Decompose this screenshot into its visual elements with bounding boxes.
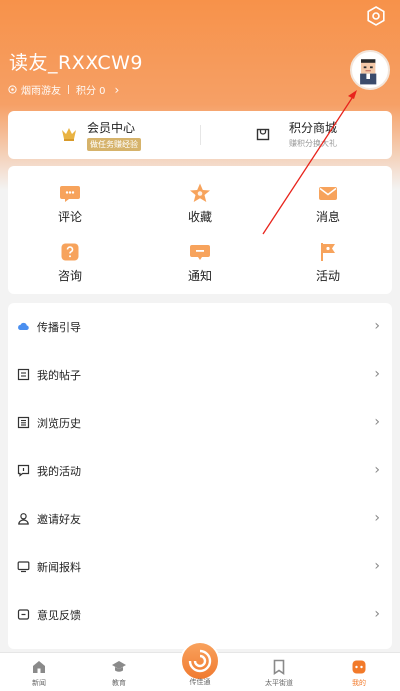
list-item-spread-guide[interactable]: 传播引导 › (8, 303, 392, 351)
notice-icon (190, 245, 210, 260)
chevron-right-icon: › (374, 606, 380, 622)
history-icon (17, 416, 30, 429)
list-item-invite[interactable]: 邀请好友 › (8, 495, 392, 543)
chevron-right-icon: › (374, 510, 380, 526)
list-item-label: 浏览历史 (37, 417, 81, 430)
user-icon (18, 513, 29, 525)
list-item-my-activities[interactable]: 我的活动 › (8, 447, 392, 495)
list-item-feedback[interactable]: 意见反馈 › (8, 591, 392, 639)
grid-label: 咨询 (57, 269, 82, 283)
member-center-button[interactable]: 会员中心 做任务赚经验 (8, 111, 200, 159)
grid-label: 评论 (57, 210, 82, 224)
tab-center[interactable] (180, 641, 220, 681)
mail-icon (319, 187, 337, 200)
crown-icon (62, 128, 76, 141)
member-center-title: 会员中心 (87, 121, 136, 135)
grid-label: 活动 (315, 269, 340, 283)
grid-label: 消息 (315, 210, 340, 224)
grid-item-notice[interactable]: 通知 (159, 241, 239, 291)
level-icon (8, 85, 17, 94)
shop-icon (256, 128, 270, 141)
question-icon (61, 243, 79, 261)
star-icon (190, 183, 210, 202)
tab-label: 传佳通 (189, 678, 211, 686)
activity-icon (17, 464, 30, 477)
post-icon (17, 368, 30, 381)
chevron-right-icon[interactable]: › (115, 83, 120, 97)
grid-item-activity[interactable]: 活动 (287, 241, 367, 291)
divider (68, 85, 69, 94)
feedback-icon (17, 609, 30, 620)
grid-label: 收藏 (187, 210, 212, 224)
chevron-right-icon: › (374, 318, 380, 334)
avatar-icon (360, 59, 377, 85)
grid-label: 通知 (187, 269, 212, 283)
tab-news[interactable]: 新闻 (9, 653, 69, 691)
chevron-right-icon: › (374, 462, 380, 478)
chevron-right-icon: › (374, 366, 380, 382)
tab-education[interactable]: 教育 (89, 653, 149, 691)
profile-header: 读友_RXXCW9 烟雨游友 积分 0 › (0, 0, 400, 190)
tab-mine[interactable]: 我的 (329, 653, 389, 691)
list-item-history[interactable]: 浏览历史 › (8, 399, 392, 447)
chevron-right-icon: › (374, 414, 380, 430)
points-value[interactable]: 积分 0 (76, 82, 106, 97)
list-item-label: 邀请好友 (37, 513, 81, 526)
list-item-label: 我的帖子 (37, 369, 81, 382)
flag-icon (321, 243, 335, 261)
comment-icon (60, 186, 80, 202)
bookmark-icon (273, 659, 285, 675)
cloud-icon (18, 322, 29, 330)
tab-label: 教育 (112, 679, 126, 687)
profile-subline: 烟雨游友 积分 0 › (8, 82, 119, 97)
list-item-label: 新闻报料 (37, 561, 81, 574)
grid-item-consult[interactable]: 咨询 (29, 241, 109, 291)
profile-icon (352, 660, 366, 674)
points-mall-subtitle: 赚积分换大礼 (289, 139, 337, 148)
tab-label: 新闻 (32, 679, 46, 687)
menu-list: 传播引导 › 我的帖子 › 浏览历史 › 我的活动 › 邀请好友 › 新闻报料 … (8, 303, 392, 649)
list-item-label: 我的活动 (37, 465, 81, 478)
list-item-label: 意见反馈 (37, 609, 81, 622)
graduation-icon (112, 661, 126, 672)
list-item-my-posts[interactable]: 我的帖子 › (8, 351, 392, 399)
gear-icon[interactable] (366, 6, 386, 26)
center-logo-icon (188, 649, 212, 673)
grid-item-comment[interactable]: 评论 (29, 182, 109, 232)
vip-card: 会员中心 做任务赚经验 积分商城 赚积分换大礼 (8, 111, 392, 159)
tab-label: 太平街道 (265, 679, 293, 687)
username[interactable]: 读友_RXXCW9 (9, 48, 143, 75)
list-item-label: 传播引导 (37, 321, 81, 334)
user-level: 烟雨游友 (21, 86, 61, 97)
points-mall-title: 积分商城 (289, 121, 338, 135)
avatar[interactable] (350, 50, 390, 90)
screen-icon (17, 561, 30, 573)
tab-taiping-street[interactable]: 太平街道 (249, 653, 309, 691)
grid-item-message[interactable]: 消息 (287, 182, 367, 232)
tab-label: 我的 (352, 679, 366, 687)
chevron-right-icon: › (374, 558, 380, 574)
quick-actions-card: 评论 收藏 消息 咨询 通知 活动 (8, 166, 392, 294)
grid-item-favorite[interactable]: 收藏 (159, 182, 239, 232)
list-item-news-tip[interactable]: 新闻报料 › (8, 543, 392, 591)
member-badge: 做任务赚经验 (87, 138, 141, 151)
home-icon (33, 661, 45, 673)
points-mall-button[interactable]: 积分商城 赚积分换大礼 (200, 111, 392, 159)
